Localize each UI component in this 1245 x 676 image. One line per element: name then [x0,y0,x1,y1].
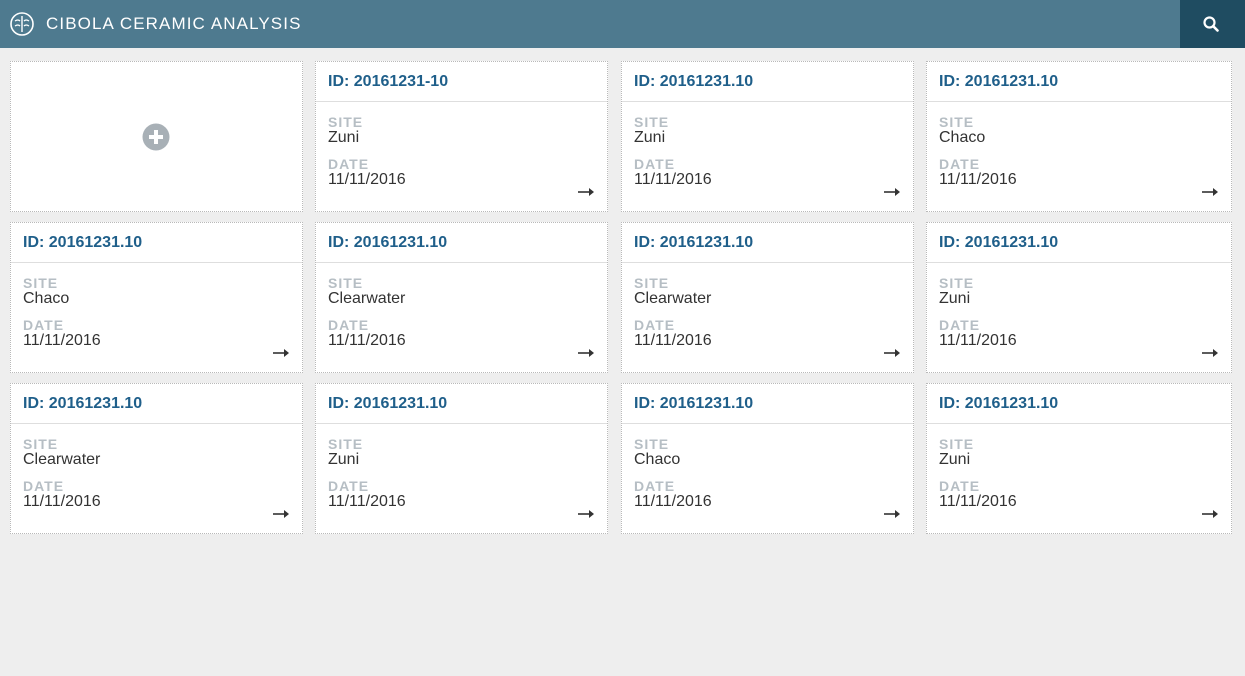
date-label: DATE [328,478,370,494]
site-value: Zuni [939,290,971,307]
search-button[interactable] [1180,0,1245,48]
site-label: SITE [634,114,670,130]
plus-circle-icon [142,123,170,151]
date-label: DATE [634,317,676,333]
site-label: SITE [328,436,364,452]
sample-id-link[interactable]: ID: 20161231.10 [23,233,302,253]
arrow-right-icon[interactable] [578,187,595,197]
site-label: SITE [23,436,59,452]
arrow-right-icon[interactable] [1202,348,1219,358]
date-value: 11/11/2016 [634,171,712,188]
site-label: SITE [939,436,975,452]
date-value: 11/11/2016 [939,332,1017,349]
arrow-right-icon[interactable] [273,348,290,358]
arrow-right-icon[interactable] [578,509,595,519]
sample-id-link[interactable]: ID: 20161231.10 [23,394,302,414]
date-value: 11/11/2016 [328,493,406,510]
arrow-right-icon[interactable] [884,509,901,519]
date-label: DATE [634,156,676,172]
arrow-right-icon[interactable] [273,509,290,519]
app-title: CIBOLA CERAMIC ANALYSIS [46,14,302,33]
date-label: DATE [23,317,65,333]
site-label: SITE [939,275,975,291]
site-value: Clearwater [328,290,406,307]
date-value: 11/11/2016 [23,493,101,510]
sample-card: ID: 20161231.10 SITE Chaco DATE 11/11/20… [621,383,914,534]
site-value: Zuni [939,451,971,468]
search-icon [1203,16,1219,32]
site-label: SITE [328,275,364,291]
arrow-right-icon[interactable] [1202,509,1219,519]
sample-card: ID: 20161231.10 SITE Chaco DATE 11/11/20… [10,222,303,373]
date-label: DATE [634,478,676,494]
sample-id-link[interactable]: ID: 20161231.10 [634,72,913,92]
site-value: Zuni [634,129,666,146]
date-label: DATE [939,317,981,333]
sample-card: ID: 20161231.10 SITE Zuni DATE 11/11/201… [621,61,914,212]
arrow-right-icon[interactable] [578,348,595,358]
site-value: Chaco [23,290,70,307]
sample-id-link[interactable]: ID: 20161231-10 [328,72,607,92]
site-label: SITE [634,275,670,291]
date-label: DATE [939,478,981,494]
date-label: DATE [939,156,981,172]
sample-card: ID: 20161231.10 SITE Clearwater DATE 11/… [10,383,303,534]
app-header: CIBOLA CERAMIC ANALYSIS [0,0,1245,48]
sample-id-link[interactable]: ID: 20161231.10 [634,394,913,414]
site-value: Chaco [939,129,986,146]
date-label: DATE [23,478,65,494]
site-label: SITE [634,436,670,452]
sample-card: ID: 20161231.10 SITE Zuni DATE 11/11/201… [926,222,1232,373]
site-value: Chaco [634,451,681,468]
date-value: 11/11/2016 [939,493,1017,510]
sample-card: ID: 20161231-10 SITE Zuni DATE 11/11/201… [315,61,608,212]
site-label: SITE [328,114,364,130]
date-value: 11/11/2016 [328,332,406,349]
site-value: Clearwater [23,451,101,468]
site-value: Zuni [328,451,360,468]
arrow-right-icon[interactable] [1202,187,1219,197]
site-label: SITE [23,275,59,291]
arrow-right-icon[interactable] [884,348,901,358]
add-sample-card[interactable] [10,61,303,212]
date-value: 11/11/2016 [328,171,406,188]
date-label: DATE [328,317,370,333]
sample-card: ID: 20161231.10 SITE Zuni DATE 11/11/201… [315,383,608,534]
date-value: 11/11/2016 [634,493,712,510]
site-value: Zuni [328,129,360,146]
sample-id-link[interactable]: ID: 20161231.10 [939,72,1231,92]
sample-id-link[interactable]: ID: 20161231.10 [328,394,607,414]
sample-card: ID: 20161231.10 SITE Chaco DATE 11/11/20… [926,61,1232,212]
sample-id-link[interactable]: ID: 20161231.10 [634,233,913,253]
sample-card: ID: 20161231.10 SITE Zuni DATE 11/11/201… [926,383,1232,534]
brain-icon [10,12,34,36]
date-value: 11/11/2016 [23,332,101,349]
date-value: 11/11/2016 [634,332,712,349]
sample-id-link[interactable]: ID: 20161231.10 [939,394,1231,414]
site-value: Clearwater [634,290,712,307]
sample-card: ID: 20161231.10 SITE Clearwater DATE 11/… [315,222,608,373]
sample-id-link[interactable]: ID: 20161231.10 [328,233,607,253]
site-label: SITE [939,114,975,130]
date-label: DATE [328,156,370,172]
arrow-right-icon[interactable] [884,187,901,197]
sample-card: ID: 20161231.10 SITE Clearwater DATE 11/… [621,222,914,373]
date-value: 11/11/2016 [939,171,1017,188]
sample-id-link[interactable]: ID: 20161231.10 [939,233,1231,253]
